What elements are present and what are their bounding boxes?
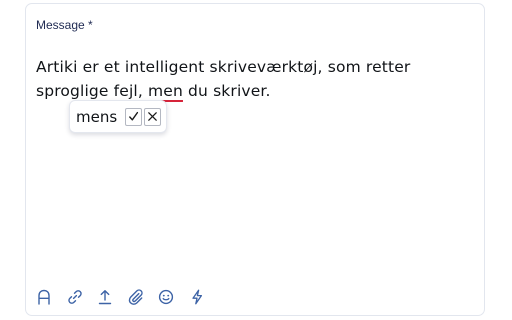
link-button[interactable]: [67, 288, 83, 306]
accept-suggestion-button[interactable]: [125, 107, 143, 126]
lightning-button[interactable]: [189, 288, 205, 306]
font-button[interactable]: [36, 288, 52, 306]
link-icon: [67, 290, 82, 304]
spelling-suggestion-popup: mens: [69, 100, 168, 133]
upload-button[interactable]: [97, 288, 113, 306]
suggestion-word[interactable]: mens: [75, 108, 117, 126]
message-card: Message * Artiki er et intelligent skriv…: [25, 3, 485, 316]
attachment-icon: [128, 289, 143, 305]
formatting-toolbar: [36, 286, 220, 308]
attachment-button[interactable]: [128, 288, 144, 306]
dismiss-suggestion-button[interactable]: [144, 107, 162, 126]
emoji-button[interactable]: [158, 288, 174, 306]
close-icon: [148, 112, 158, 121]
message-text-after: du skriver.: [182, 82, 271, 100]
emoji-icon: [159, 289, 174, 305]
check-icon: [129, 111, 139, 121]
upload-icon: [98, 290, 112, 305]
flagged-word[interactable]: men: [148, 82, 183, 100]
font-icon: [38, 289, 50, 305]
message-input[interactable]: Artiki er et intelligent skriveværktøj, …: [36, 55, 482, 103]
lightning-icon: [192, 289, 203, 305]
message-field-label: Message *: [36, 18, 93, 32]
